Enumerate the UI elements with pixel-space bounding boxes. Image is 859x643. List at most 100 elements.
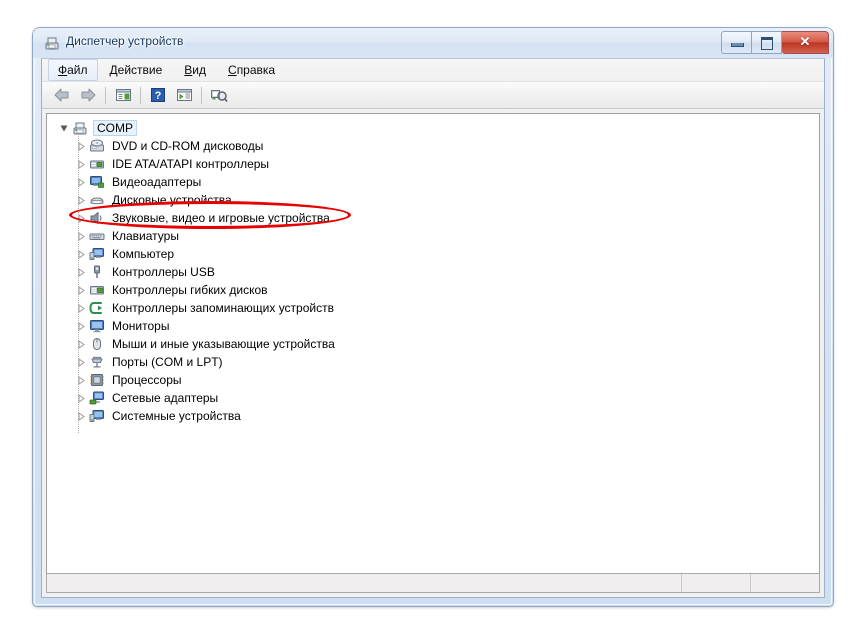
tool-bar: ?: [42, 82, 824, 109]
tree-node-monitors[interactable]: Мониторы: [47, 317, 819, 335]
sound-device-icon: [89, 210, 105, 226]
forward-arrow-icon[interactable]: [75, 83, 101, 107]
tree-node-keyboards[interactable]: Клавиатуры: [47, 227, 819, 245]
tree-node-label: Компьютер: [112, 247, 175, 261]
tree-node-label: IDE ATA/ATAPI контроллеры: [112, 157, 270, 171]
title-bar[interactable]: Диспетчер устройств ✕: [33, 28, 833, 58]
tree-node-disk-drives[interactable]: Дисковые устройства: [47, 191, 819, 209]
system-device-icon: [89, 408, 105, 424]
scan-hardware-changes-icon[interactable]: [206, 83, 232, 107]
expand-triangle-icon[interactable]: [73, 408, 89, 424]
tree-node-label: COMP: [93, 120, 137, 136]
tree-node-computer[interactable]: Компьютер: [47, 245, 819, 263]
storage-controller-icon: [89, 300, 105, 316]
tree-node-network-adapters[interactable]: Сетевые адаптеры: [47, 389, 819, 407]
tree-node-mice[interactable]: Мыши и иные указывающие устройства: [47, 335, 819, 353]
network-adapter-icon: [89, 390, 105, 406]
tree-node-label: DVD и CD-ROM дисководы: [112, 139, 264, 153]
processor-icon: [89, 372, 105, 388]
expand-triangle-icon[interactable]: [73, 246, 89, 262]
properties-icon[interactable]: [110, 83, 136, 107]
expand-triangle-icon[interactable]: [73, 372, 89, 388]
device-manager-window: Диспетчер устройств ✕ Файл Действие Вид: [33, 28, 833, 606]
tree-node-label: Порты (COM и LPT): [112, 355, 223, 369]
expand-triangle-icon[interactable]: [73, 264, 89, 280]
expand-triangle-icon[interactable]: [73, 156, 89, 172]
device-manager-icon: [44, 35, 60, 51]
tree-node-processors[interactable]: Процессоры: [47, 371, 819, 389]
ide-controller-icon: [89, 156, 105, 172]
menu-view[interactable]: Вид: [174, 59, 216, 81]
tree-node-ports[interactable]: Порты (COM и LPT): [47, 353, 819, 371]
tree-node-label: Видеоадаптеры: [112, 175, 202, 189]
device-tree-panel[interactable]: COMP DVD и CD-ROM дисководы IDE ATA/ATAP…: [46, 113, 820, 575]
computer-node-icon: [89, 246, 105, 262]
toolbar-separator-1: [105, 86, 106, 104]
client-area: Файл Действие Вид Справка ? COMP DVD и C…: [41, 58, 825, 598]
tree-node-ide-controllers[interactable]: IDE ATA/ATAPI контроллеры: [47, 155, 819, 173]
collapse-triangle-icon[interactable]: [56, 120, 72, 136]
toolbar-separator-3: [201, 86, 202, 104]
tree-node-display-adapters[interactable]: Видеоадаптеры: [47, 173, 819, 191]
menu-file[interactable]: Файл: [48, 59, 98, 81]
expand-triangle-icon[interactable]: [73, 138, 89, 154]
status-cell-3: [750, 574, 819, 592]
minimize-icon: [731, 43, 744, 47]
expand-triangle-icon[interactable]: [73, 228, 89, 244]
dvd-drive-icon: [89, 138, 105, 154]
status-bar: [46, 573, 820, 593]
expand-triangle-icon[interactable]: [73, 300, 89, 316]
menu-action[interactable]: Действие: [100, 59, 173, 81]
expand-triangle-icon[interactable]: [73, 174, 89, 190]
device-tree: COMP DVD и CD-ROM дисководы IDE ATA/ATAP…: [47, 114, 819, 434]
display-adapter-icon: [89, 174, 105, 190]
expand-triangle-icon[interactable]: [73, 354, 89, 370]
close-icon: ✕: [799, 34, 811, 49]
tree-node-dvd-cdrom[interactable]: DVD и CD-ROM дисководы: [47, 137, 819, 155]
tree-node-floppy-controllers[interactable]: Контроллеры гибких дисков: [47, 281, 819, 299]
tree-node-label: Клавиатуры: [112, 229, 179, 243]
menu-help[interactable]: Справка: [218, 59, 285, 81]
close-button[interactable]: ✕: [782, 31, 829, 54]
show-hidden-devices-icon[interactable]: [171, 83, 197, 107]
maximize-button[interactable]: [752, 31, 782, 54]
tree-node-label: Процессоры: [112, 373, 182, 387]
svg-text:?: ?: [155, 90, 162, 102]
expand-triangle-icon[interactable]: [73, 318, 89, 334]
help-icon[interactable]: ?: [145, 83, 171, 107]
tree-node-label: Звуковые, видео и игровые устройства: [112, 211, 330, 225]
tree-node-label: Контроллеры USB: [112, 265, 215, 279]
tree-node-usb-controllers[interactable]: Контроллеры USB: [47, 263, 819, 281]
back-arrow-icon[interactable]: [49, 83, 75, 107]
tree-node-label: Мониторы: [112, 319, 170, 333]
expand-triangle-icon[interactable]: [73, 390, 89, 406]
screenshot-root: Диспетчер устройств ✕ Файл Действие Вид: [0, 0, 859, 643]
status-cell-main: [47, 574, 681, 592]
usb-controller-icon: [89, 264, 105, 280]
menu-bar: Файл Действие Вид Справка: [42, 59, 824, 82]
tree-node-label: Дисковые устройства: [112, 193, 232, 207]
status-cell-2: [681, 574, 750, 592]
expand-triangle-icon[interactable]: [73, 192, 89, 208]
tree-node-label: Контроллеры запоминающих устройств: [112, 301, 334, 315]
expand-triangle-icon[interactable]: [73, 336, 89, 352]
tree-node-root[interactable]: COMP: [47, 119, 819, 137]
tree-node-label: Системные устройства: [112, 409, 241, 423]
keyboard-icon: [89, 228, 105, 244]
monitor-icon: [89, 318, 105, 334]
expand-triangle-icon[interactable]: [73, 282, 89, 298]
window-title: Диспетчер устройств: [66, 34, 184, 48]
minimize-button[interactable]: [721, 31, 752, 54]
tree-node-storage-controllers[interactable]: Контроллеры запоминающих устройств: [47, 299, 819, 317]
expand-triangle-icon[interactable]: [73, 210, 89, 226]
tree-node-label: Контроллеры гибких дисков: [112, 283, 268, 297]
tree-node-sound-video-game-controllers[interactable]: Звуковые, видео и игровые устройства: [47, 209, 819, 227]
disk-drive-icon: [89, 192, 105, 208]
maximize-icon: [761, 37, 773, 50]
toolbar-separator-2: [140, 86, 141, 104]
floppy-controller-icon: [89, 282, 105, 298]
tree-node-label: Мыши и иные указывающие устройства: [112, 337, 335, 351]
window-controls: ✕: [721, 31, 829, 54]
tree-node-system-devices[interactable]: Системные устройства: [47, 407, 819, 425]
computer-icon: [72, 120, 88, 136]
